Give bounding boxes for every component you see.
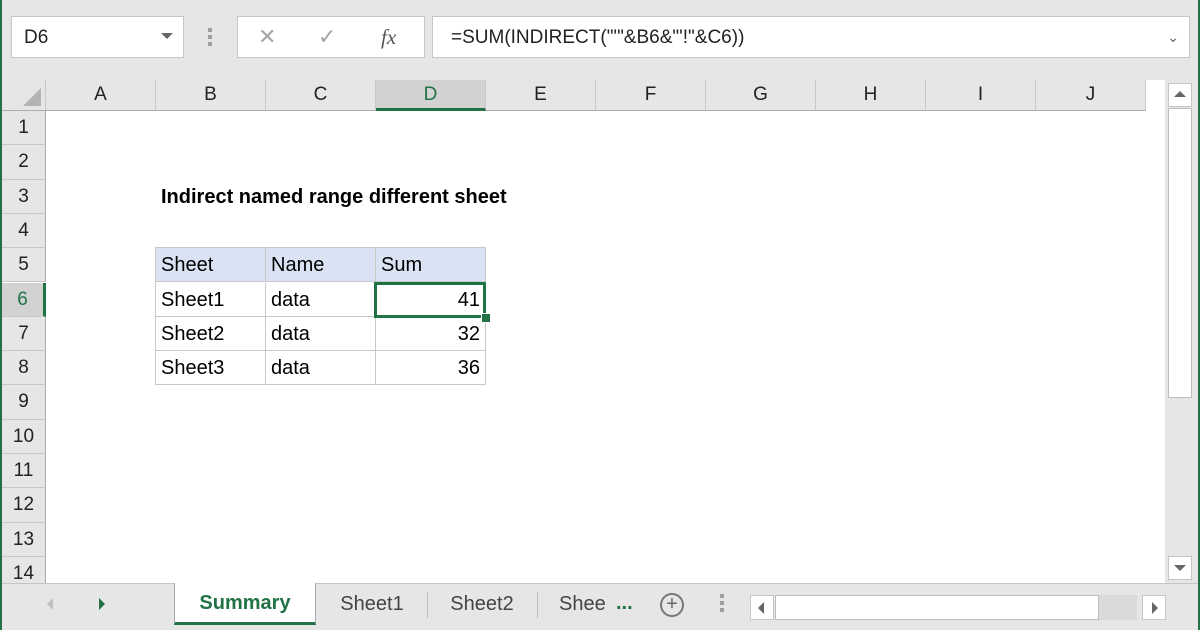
tab-sheet3[interactable]: Shee [542,584,612,624]
scroll-right-button[interactable] [1142,595,1166,620]
tab-separator [537,592,538,618]
row-header-1[interactable]: 1 [2,111,46,146]
column-header-b[interactable]: B [156,80,266,111]
row-header-4[interactable]: 4 [2,213,46,249]
table-header-sum[interactable]: Sum [376,248,486,283]
name-box-value: D6 [24,27,49,48]
chevron-down-icon[interactable] [161,33,173,39]
row-header-3[interactable]: 3 [2,179,46,214]
formula-buttons: ✕ ✓ fx [237,16,425,58]
table-cell[interactable]: data [266,351,376,386]
next-sheet-icon[interactable] [99,598,105,610]
horizontal-scroll-track[interactable] [1099,595,1137,620]
fill-handle[interactable] [481,312,491,323]
more-tabs-button[interactable]: ... [616,584,633,622]
horizontal-scrollbar[interactable] [750,595,1168,620]
column-header-f[interactable]: F [596,80,706,111]
column-header-i[interactable]: I [926,80,1036,111]
arrow-left-icon [758,602,764,614]
table-cell[interactable]: Sheet3 [156,351,266,386]
tab-split-handle[interactable] [720,594,724,615]
row-header-9[interactable]: 9 [2,385,46,420]
arrow-down-icon [1174,565,1186,571]
scroll-down-button[interactable] [1168,556,1192,580]
scroll-up-button[interactable] [1168,83,1192,107]
horizontal-scroll-thumb[interactable] [775,595,1099,620]
scroll-left-button[interactable] [750,595,774,620]
row-header-7[interactable]: 7 [2,316,46,352]
cancel-icon[interactable]: ✕ [258,24,276,50]
row-header-5[interactable]: 5 [2,248,46,283]
row-header-13[interactable]: 13 [2,522,46,557]
column-header-j[interactable]: J [1036,80,1146,111]
table-cell[interactable]: Sheet2 [156,316,266,352]
row-header-11[interactable]: 11 [2,454,46,489]
table-cell[interactable]: data [266,316,376,352]
table-cell[interactable]: 32 [376,316,486,352]
name-box[interactable]: D6 [11,16,184,58]
table-cell[interactable]: Sheet1 [156,282,266,317]
row-header-6[interactable]: 6 [2,282,46,317]
enter-check-icon[interactable]: ✓ [318,24,336,50]
tab-summary[interactable]: Summary [174,583,316,625]
table-header-sheet[interactable]: Sheet [156,248,266,283]
active-cell-selection[interactable] [374,281,486,318]
row-header-12[interactable]: 12 [2,488,46,523]
formula-bar-resize-handle[interactable] [208,28,212,48]
arrow-up-icon [1174,91,1186,97]
formula-input[interactable]: =SUM(INDIRECT("'"&B6&"'!"&C6)) ⌄ [432,16,1190,58]
worksheet-grid[interactable]: A B C D E F G H I J 1 2 3 4 5 6 7 8 9 10 11 12 13 14 Indirect na… [2,80,1165,583]
add-sheet-icon[interactable]: + [660,593,684,617]
table-header-name[interactable]: Name [266,248,376,283]
tab-sheet2[interactable]: Sheet2 [428,584,536,624]
prev-sheet-icon[interactable] [47,598,53,610]
column-header-h[interactable]: H [816,80,926,111]
column-header-a[interactable]: A [46,80,156,111]
row-header-14[interactable]: 14 [2,556,46,583]
table-cell[interactable]: 36 [376,351,486,386]
vertical-scroll-thumb[interactable] [1168,108,1192,398]
vertical-scrollbar[interactable] [1166,80,1194,583]
column-header-g[interactable]: G [706,80,816,111]
arrow-right-icon [1152,602,1158,614]
row-header-2[interactable]: 2 [2,145,46,180]
column-header-e[interactable]: E [486,80,596,111]
column-header-d[interactable]: D [376,80,486,111]
table-cell[interactable]: data [266,282,376,317]
formula-text: =SUM(INDIRECT("'"&B6&"'!"&C6)) [451,27,745,48]
row-header-10[interactable]: 10 [2,419,46,454]
select-all-button[interactable] [2,80,46,111]
row-header-8[interactable]: 8 [2,351,46,386]
sheet-tab-bar: Summary Sheet1 Sheet2 Shee ... + [2,583,1198,630]
insert-function-icon[interactable]: fx [381,25,396,50]
sheet-title: Indirect named range different sheet [161,185,507,208]
expand-formula-bar-icon[interactable]: ⌄ [1167,29,1179,46]
column-header-c[interactable]: C [266,80,376,111]
tab-sheet1[interactable]: Sheet1 [318,584,426,624]
